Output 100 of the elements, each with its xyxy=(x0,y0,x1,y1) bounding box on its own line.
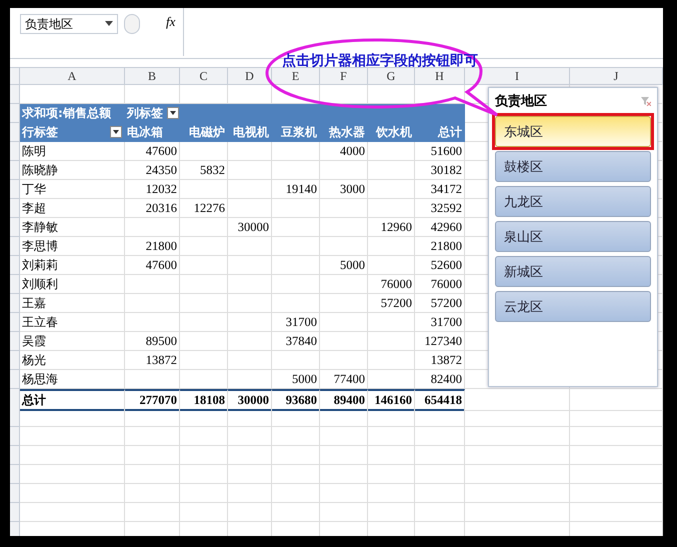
row-header[interactable] xyxy=(10,256,20,275)
table-cell: 57200 xyxy=(415,294,465,313)
table-cell: 76000 xyxy=(415,275,465,294)
row-header[interactable] xyxy=(10,123,20,142)
empty-cell xyxy=(320,351,368,370)
slicer-button[interactable]: 九龙区 xyxy=(495,186,651,217)
empty-cell xyxy=(368,446,415,465)
row-label: 刘莉莉 xyxy=(20,256,125,275)
table-cell: 19140 xyxy=(272,180,320,199)
select-all-corner[interactable] xyxy=(10,68,20,85)
empty-cell xyxy=(272,199,320,218)
column-header-cell: 电磁炉 xyxy=(180,123,228,142)
row-header[interactable] xyxy=(10,446,20,465)
row-header[interactable] xyxy=(10,104,20,123)
column-header[interactable]: A xyxy=(20,68,125,85)
total-cell: 277070 xyxy=(125,389,180,411)
dropdown-icon[interactable] xyxy=(110,126,122,138)
slicer-button[interactable]: 新城区 xyxy=(495,256,651,287)
column-header[interactable]: B xyxy=(125,68,180,85)
empty-cell xyxy=(228,446,272,465)
name-box[interactable]: 负责地区 xyxy=(20,14,118,34)
row-header[interactable] xyxy=(10,332,20,351)
empty-cell xyxy=(228,313,272,332)
empty-cell xyxy=(228,294,272,313)
function-button[interactable]: fx xyxy=(166,14,176,30)
empty-cell xyxy=(125,218,180,237)
empty-cell xyxy=(320,503,368,522)
row-header[interactable] xyxy=(10,522,20,536)
empty-cell xyxy=(368,484,415,503)
empty-cell xyxy=(228,484,272,503)
table-cell: 82400 xyxy=(415,370,465,389)
empty-cell xyxy=(125,408,180,427)
row-label: 杨光 xyxy=(20,351,125,370)
empty-cell xyxy=(180,465,228,484)
total-cell: 146160 xyxy=(368,389,415,411)
column-header[interactable]: E xyxy=(272,68,320,85)
row-header[interactable] xyxy=(10,180,20,199)
empty-cell xyxy=(125,275,180,294)
empty-cell xyxy=(272,351,320,370)
row-header[interactable] xyxy=(10,294,20,313)
column-header[interactable]: C xyxy=(180,68,228,85)
column-header[interactable]: H xyxy=(415,68,465,85)
row-header[interactable] xyxy=(10,408,20,427)
empty-cell xyxy=(320,161,368,180)
slicer-button[interactable]: 泉山区 xyxy=(495,221,651,252)
row-label: 王嘉 xyxy=(20,294,125,313)
row-header[interactable] xyxy=(10,199,20,218)
empty-cell xyxy=(415,446,465,465)
empty-cell xyxy=(272,256,320,275)
empty-cell xyxy=(368,142,415,161)
row-label: 李超 xyxy=(20,199,125,218)
row-label: 李静敏 xyxy=(20,218,125,237)
slicer-button[interactable]: 鼓楼区 xyxy=(495,151,651,182)
row-header[interactable] xyxy=(10,503,20,522)
column-header[interactable]: J xyxy=(570,68,663,85)
column-header[interactable]: I xyxy=(465,68,570,85)
empty-cell xyxy=(228,142,272,161)
empty-cell xyxy=(272,408,320,427)
empty-cell xyxy=(320,294,368,313)
empty-cell xyxy=(180,351,228,370)
empty-cell xyxy=(180,313,228,332)
total-cell: 18108 xyxy=(180,389,228,411)
slicer-button[interactable]: 东城区 xyxy=(495,116,651,147)
empty-cell xyxy=(228,351,272,370)
row-header[interactable] xyxy=(10,142,20,161)
row-label: 李思博 xyxy=(20,237,125,256)
row-label: 杨思海 xyxy=(20,370,125,389)
empty-cell xyxy=(228,237,272,256)
empty-cell xyxy=(180,237,228,256)
row-header[interactable] xyxy=(10,218,20,237)
total-cell: 89400 xyxy=(320,389,368,411)
row-header[interactable] xyxy=(10,161,20,180)
table-cell: 51600 xyxy=(415,142,465,161)
empty-cell xyxy=(180,294,228,313)
row-header[interactable] xyxy=(10,370,20,389)
row-header[interactable] xyxy=(10,484,20,503)
expand-handle[interactable] xyxy=(124,14,140,34)
empty-cell xyxy=(272,465,320,484)
column-header[interactable]: F xyxy=(320,68,368,85)
row-header[interactable] xyxy=(10,351,20,370)
empty-cell xyxy=(272,142,320,161)
empty-cell xyxy=(125,503,180,522)
empty-cell xyxy=(272,237,320,256)
row-header[interactable] xyxy=(10,313,20,332)
row-label: 陈晓静 xyxy=(20,161,125,180)
dropdown-icon[interactable] xyxy=(167,107,179,119)
clear-filter-icon[interactable] xyxy=(641,96,651,106)
empty-cell xyxy=(272,161,320,180)
row-header[interactable] xyxy=(10,465,20,484)
row-header[interactable] xyxy=(10,237,20,256)
empty-cell xyxy=(180,408,228,427)
column-header[interactable]: D xyxy=(228,68,272,85)
row-header[interactable] xyxy=(10,275,20,294)
empty-cell xyxy=(272,294,320,313)
row-header[interactable] xyxy=(10,85,20,104)
row-header[interactable] xyxy=(10,427,20,446)
slicer-button[interactable]: 云龙区 xyxy=(495,291,651,322)
column-header[interactable]: G xyxy=(368,68,415,85)
empty-cell xyxy=(415,484,465,503)
empty-cell xyxy=(180,218,228,237)
